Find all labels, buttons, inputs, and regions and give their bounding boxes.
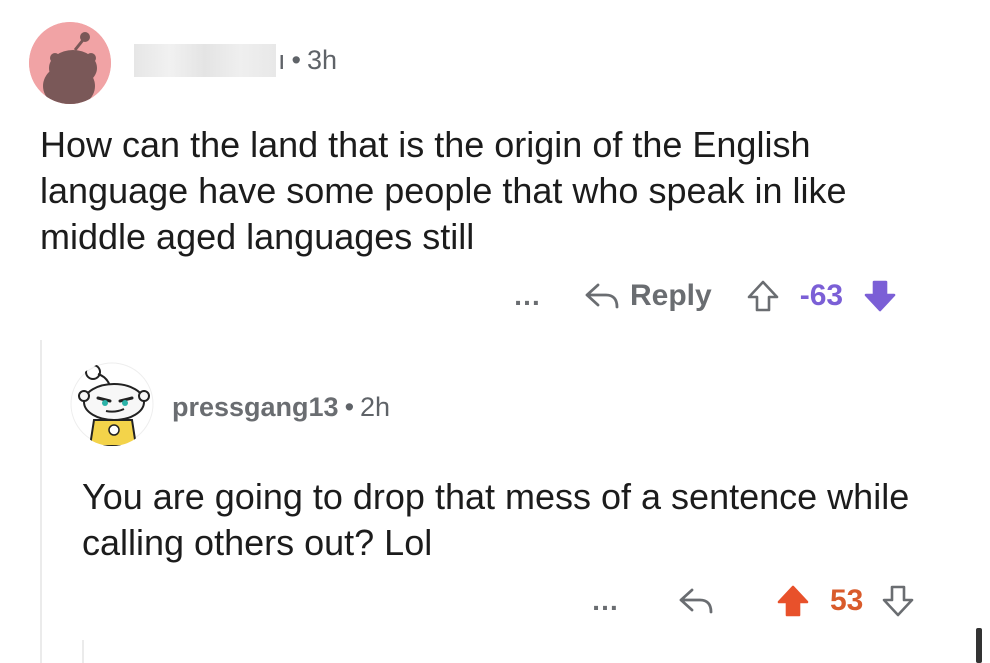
more-options-button[interactable]: … xyxy=(513,280,542,312)
timestamp: 2h xyxy=(360,392,391,422)
more-options-button[interactable]: … xyxy=(591,585,620,617)
snoo-avatar-icon xyxy=(70,362,154,446)
comment-body: How can the land that is the origin of t… xyxy=(40,124,847,257)
reply-arrow-icon xyxy=(585,283,619,309)
separator-dot: • xyxy=(291,45,301,75)
username-link[interactable]: pressgang13 xyxy=(172,392,339,422)
separator-dot: • xyxy=(344,392,355,422)
upvote-button[interactable] xyxy=(776,584,810,618)
username-fragment: ı xyxy=(278,45,286,75)
upvote-arrow-icon xyxy=(747,280,779,312)
downvote-arrow-icon xyxy=(864,280,896,312)
reply-label: Reply xyxy=(630,279,712,312)
thread-line[interactable] xyxy=(40,340,42,663)
comment-thread: ı • 3h How can the land that is the origin… xyxy=(0,0,990,663)
avatar[interactable] xyxy=(70,362,154,446)
redacted-username xyxy=(134,44,276,77)
comment-actions: … Reply -63 xyxy=(513,272,897,320)
reply-button[interactable] xyxy=(678,586,724,616)
reply-arrow-icon xyxy=(679,588,713,614)
comment-body: You are going to drop that mess of a sen… xyxy=(82,476,910,563)
downvote-arrow-icon xyxy=(883,585,914,617)
comment-actions: … 53 xyxy=(591,578,915,624)
comment-meta: ı • 3h xyxy=(278,45,337,76)
thread-line[interactable] xyxy=(82,640,84,663)
downvote-button[interactable] xyxy=(863,279,897,313)
downvote-button[interactable] xyxy=(881,584,915,618)
vote-score: 53 xyxy=(830,584,864,617)
upvote-button[interactable] xyxy=(746,279,780,313)
timestamp: 3h xyxy=(306,45,338,75)
avatar[interactable] xyxy=(29,22,111,104)
reply-button[interactable]: Reply xyxy=(584,279,712,313)
upvote-arrow-icon xyxy=(777,585,809,617)
vote-score: -63 xyxy=(799,279,844,312)
comment-meta: pressgang13 • 2h xyxy=(172,392,390,423)
snoo-avatar-icon xyxy=(29,22,111,104)
scrollbar-thumb[interactable] xyxy=(976,628,982,663)
